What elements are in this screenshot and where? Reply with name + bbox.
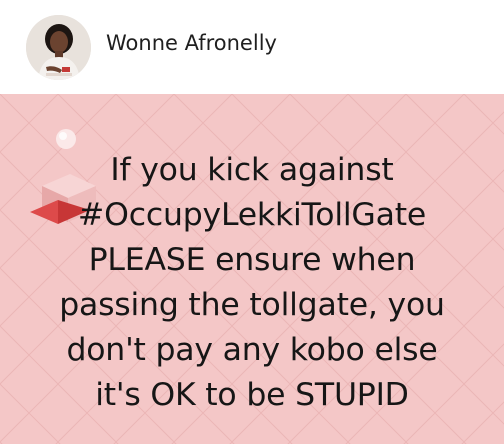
profile-photo-icon [26, 15, 91, 80]
author-name[interactable]: Wonne Afronelly [106, 31, 277, 55]
post-line-3: PLEASE ensure when [88, 242, 416, 278]
post-line-6: it's OK to be STUPID [95, 377, 409, 413]
author-avatar[interactable] [26, 15, 91, 80]
post-line-2[interactable]: #OccupyLekkiTollGate [0, 193, 504, 238]
post-text: If you kick against #OccupyLekkiTollGate… [0, 148, 504, 418]
post-line-5: don't pay any kobo else [66, 332, 438, 368]
post-line-1: If you kick against [110, 152, 394, 188]
post-header: Wonne Afronelly [0, 0, 504, 94]
post-line-4: passing the tollgate, you [59, 287, 445, 323]
